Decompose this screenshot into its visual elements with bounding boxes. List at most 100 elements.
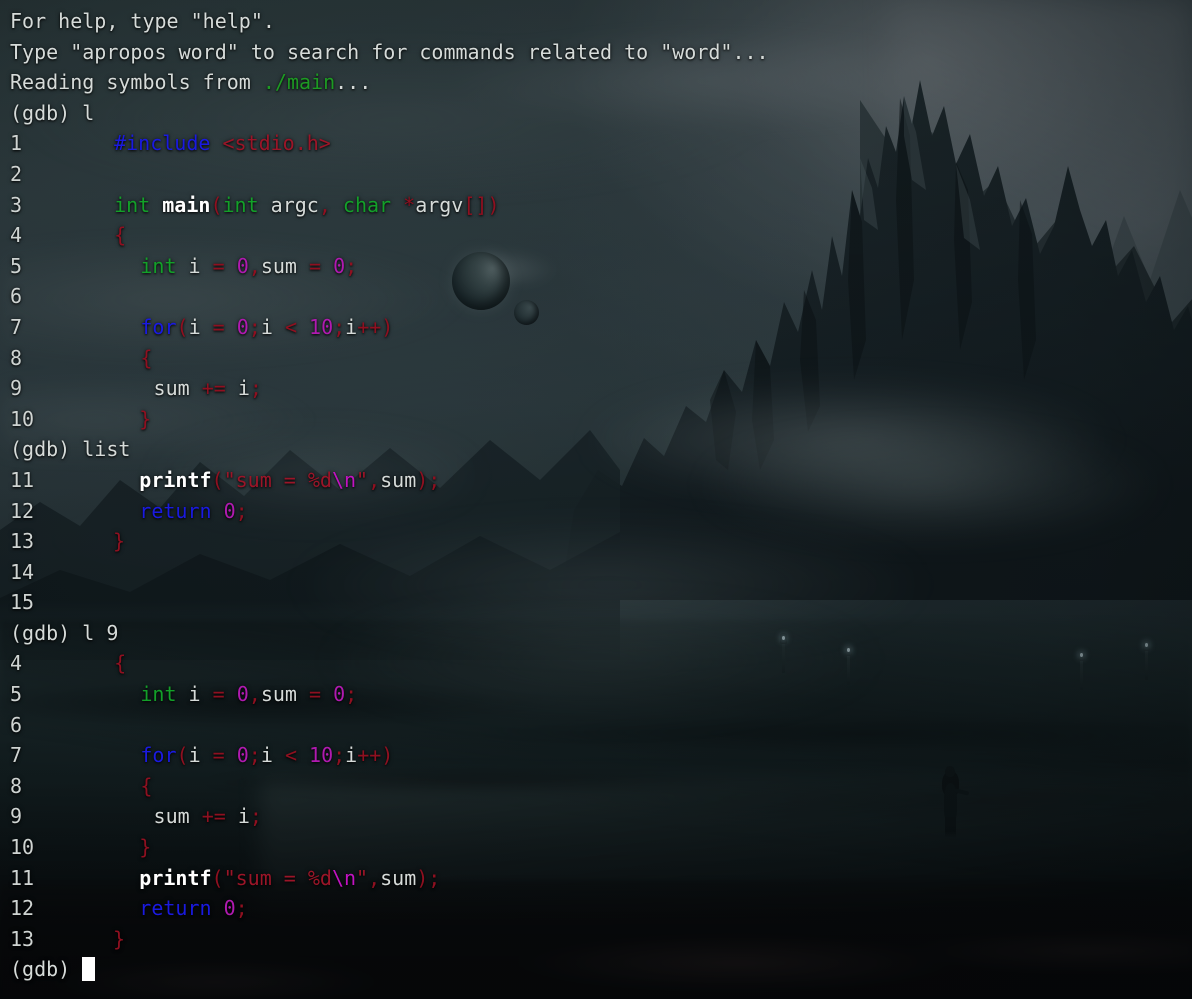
line-number: 4 [10,651,23,676]
source-line: 3 int main(int argc, char *argv[]) [10,190,1192,221]
line-number: 7 [10,743,23,768]
source-code: printf("sum = %d\n",sum); [139,866,440,890]
code-token: return [139,896,212,921]
source-line: 6 [10,281,1192,312]
code-token: ); [416,865,441,890]
source-code: { [114,651,126,675]
code-token: i [176,682,213,707]
source-line: 2 [10,159,1192,190]
code-token: ( [211,467,224,492]
code-token: i [176,253,213,278]
code-token: += [201,376,226,401]
line-number: 14 [10,559,35,584]
line-number: 5 [10,253,23,278]
source-line: 11 printf("sum = %d\n",sum); [10,465,1192,496]
code-token: main [162,192,211,217]
line-number: 4 [10,223,23,248]
source-line: 7 for(i = 0;i < 10;i++) [10,312,1192,343]
line-number: 3 [10,192,23,217]
code-token: ++) [357,743,394,768]
source-code: int i = 0,sum = 0; [140,254,357,278]
code-token: sum [380,467,417,492]
code-token: printf [139,467,212,492]
code-token: , [368,865,381,890]
source-code: printf("sum = %d\n",sum); [139,468,440,492]
line-number: 12 [10,498,35,523]
code-token: = [309,682,322,707]
code-token: = [309,253,322,278]
code-token: = [212,253,225,278]
source-line: 14 [10,557,1192,588]
text-cursor[interactable] [82,957,96,982]
code-token: "sum = %d [223,865,332,890]
line-number: 12 [10,896,35,921]
line-number: 11 [10,467,35,492]
source-line: 5 int i = 0,sum = 0; [10,679,1192,710]
code-token: for [140,314,177,339]
gdb-prompt: (gdb) [10,437,83,462]
source-code: { [140,346,152,370]
code-token: ; [248,314,261,339]
terminal-window[interactable]: For help, type "help". Type "apropos word… [0,0,1192,999]
source-line: 4{ [10,220,1192,251]
code-token: i [345,743,358,768]
code-token: , [318,192,331,217]
line-number: 9 [10,376,23,401]
source-code: } [113,529,125,553]
source-line: 13} [10,924,1192,955]
prompt-line[interactable]: (gdb) l 9 [10,618,1192,649]
source-code: { [140,774,152,798]
terminal-message-line: Type "apropos word" to search for comman… [10,37,1192,68]
code-token: i [188,743,213,768]
code-token: sum [260,253,309,278]
code-token: , [248,253,261,278]
code-token: sum [380,865,417,890]
code-token: int [140,682,177,707]
prompt-line[interactable]: (gdb) list [10,434,1192,465]
code-token: i [188,314,213,339]
code-token: int [140,253,177,278]
code-token: sum [153,804,202,829]
terminal-output[interactable]: For help, type "help". Type "apropos word… [0,0,1192,999]
code-token: ( [176,314,189,339]
code-token: i [225,376,250,401]
source-code: return 0; [139,499,247,523]
prompt-line[interactable]: (gdb) l [10,98,1192,129]
source-line: 5 int i = 0,sum = 0; [10,251,1192,282]
code-token: * [403,192,416,217]
code-token: { [140,345,153,370]
source-code: sum += i; [154,804,262,828]
code-token: "sum = %d [223,467,332,492]
code-token: sum [260,682,309,707]
source-line: 4{ [10,648,1192,679]
code-token: i [260,743,285,768]
typed-command: l 9 [82,620,119,645]
code-token: = [212,682,225,707]
code-token: ++) [357,314,394,339]
code-token: 10 [309,743,334,768]
code-token: 0 [223,498,236,523]
source-line: 6 [10,710,1192,741]
code-token: 0 [223,896,236,921]
code-token: ; [333,314,346,339]
typed-command: l [82,100,95,125]
line-number: 7 [10,314,23,339]
code-token: { [140,773,153,798]
code-token: = [212,743,225,768]
code-token: \n [331,865,357,890]
message-text: For help, type "help". [10,9,275,33]
source-line: 12 return 0; [10,893,1192,924]
code-token: " [356,865,369,890]
line-number: 10 [10,406,35,431]
line-number: 13 [10,529,35,554]
code-token: 0 [236,743,249,768]
code-token: argv [415,192,464,217]
source-code: int i = 0,sum = 0; [140,682,357,706]
source-code: return 0; [139,896,247,920]
prompt-line[interactable]: (gdb) [10,954,1192,985]
code-token: , [368,467,381,492]
line-number: 1 [10,131,23,156]
